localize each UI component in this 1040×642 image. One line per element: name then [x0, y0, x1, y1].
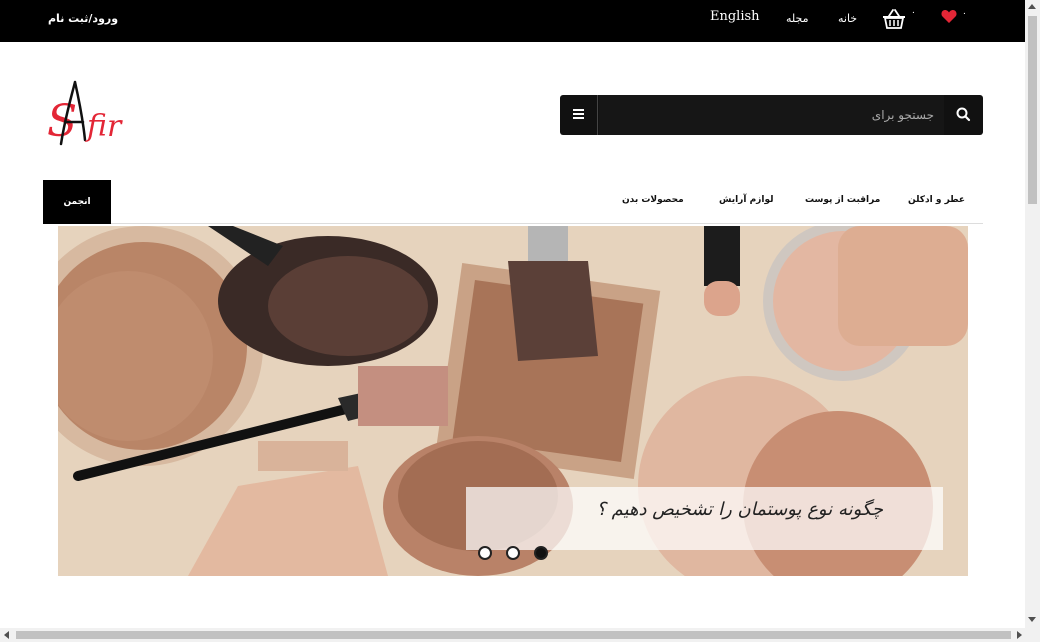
scroll-left-arrow-icon[interactable]	[4, 631, 9, 639]
slider-dot-2[interactable]	[506, 546, 520, 560]
nav-item-body-products[interactable]: محصولات بدن	[622, 195, 684, 205]
hero-slider[interactable]: چگونه نوع پوستمان را تشخیص دهیم ؟	[58, 226, 968, 576]
login-register-link[interactable]: ورود/ثبت نام	[48, 12, 118, 25]
categories-menu-button[interactable]	[560, 95, 598, 135]
search-icon	[956, 107, 971, 122]
slide-caption-text: چگونه نوع پوستمان را تشخیص دهیم ؟	[596, 499, 883, 520]
horizontal-scrollbar[interactable]	[0, 628, 1040, 642]
nav-item-forum[interactable]: انجمن	[43, 180, 111, 224]
nav-link-home[interactable]: خانه	[838, 12, 857, 25]
language-switch-link[interactable]: English	[710, 9, 760, 24]
horizontal-scroll-thumb[interactable]	[16, 631, 1011, 639]
main-navigation: انجمن عطر و ادکلن مراقبت از پوست لوازم آ…	[43, 180, 983, 224]
vertical-scrollbar[interactable]	[1025, 0, 1040, 628]
search-bar	[560, 95, 983, 135]
basket-count: ۰	[911, 8, 916, 18]
slider-dot-3[interactable]	[534, 546, 548, 560]
search-input[interactable]	[599, 95, 944, 135]
scroll-right-arrow-icon[interactable]	[1017, 631, 1022, 639]
nav-link-magazine[interactable]: مجله	[786, 12, 809, 25]
heart-icon[interactable]	[941, 9, 957, 24]
nav-item-skincare[interactable]: مراقبت از پوست	[805, 195, 880, 205]
vertical-scroll-thumb[interactable]	[1028, 16, 1037, 204]
hamburger-icon	[573, 109, 584, 111]
slider-dot-1[interactable]	[478, 546, 492, 560]
nav-item-makeup[interactable]: لوازم آرایش	[719, 195, 773, 205]
scroll-down-arrow-icon[interactable]	[1028, 617, 1036, 622]
basket-icon[interactable]	[882, 8, 906, 30]
svg-text:fir: fir	[85, 109, 123, 144]
scroll-up-arrow-icon[interactable]	[1028, 4, 1036, 9]
favorites-count: ۰	[962, 9, 967, 19]
safir-logo[interactable]: S fir	[45, 78, 143, 148]
slide-caption[interactable]: چگونه نوع پوستمان را تشخیص دهیم ؟	[466, 487, 943, 550]
search-button[interactable]	[944, 95, 983, 135]
top-bar: ورود/ثبت نام English مجله خانه ۰ ۰	[0, 0, 1025, 42]
nav-item-perfume[interactable]: عطر و ادکلن	[908, 195, 965, 205]
